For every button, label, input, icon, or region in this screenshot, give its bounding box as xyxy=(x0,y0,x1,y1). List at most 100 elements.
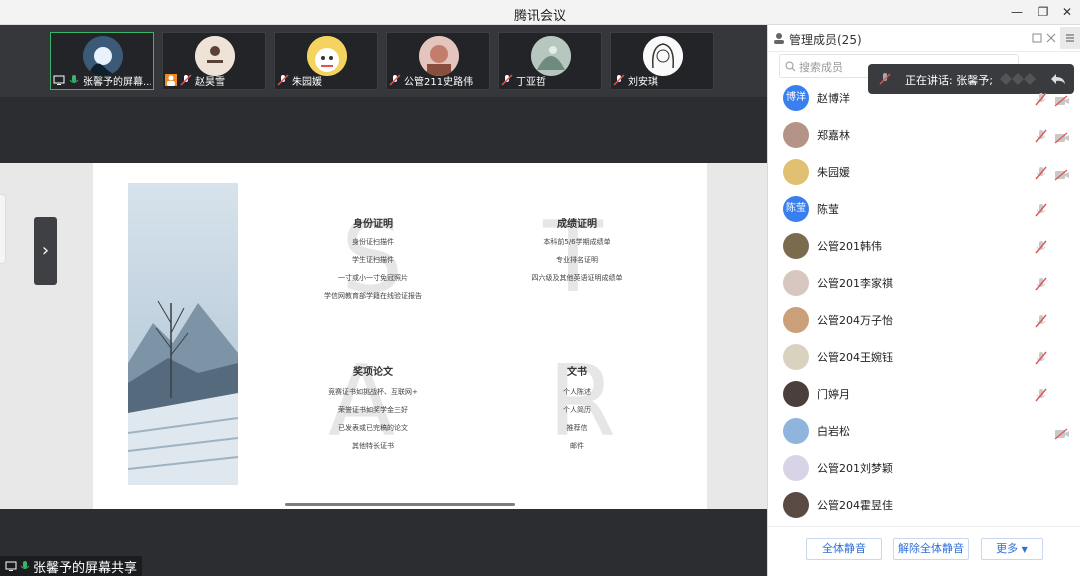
title-bar: 腾讯会议 — ❐ ✕ xyxy=(0,0,1080,25)
avatar xyxy=(531,36,571,76)
search-placeholder: 搜索成员 xyxy=(799,61,843,74)
meeting-stage: 张馨予的屏幕... 赵昊雪 朱园媛 公管211史路伟 丁亚哲 刘安琪 › S T… xyxy=(0,25,767,576)
member-row[interactable]: 公管201韩伟 xyxy=(768,228,1080,264)
camera-off-icon[interactable] xyxy=(1054,129,1070,144)
member-name: 门婷月 xyxy=(817,388,850,401)
mic-active-icon xyxy=(68,74,80,86)
member-name: 公管204万子怡 xyxy=(817,314,893,327)
thumbnail-name: 刘安琪 xyxy=(628,76,658,88)
section-line: 已发表或已完稿的论文 xyxy=(338,424,408,432)
thumbnail-name: 朱园媛 xyxy=(292,76,322,88)
section-line: 四六级及其他英语证明成绩单 xyxy=(531,274,623,282)
mic-muted-icon[interactable] xyxy=(1034,239,1048,254)
member-row[interactable]: 公管201李家祺 xyxy=(768,265,1080,301)
menu-icon[interactable] xyxy=(1060,27,1080,49)
screen-share-icon xyxy=(5,560,17,572)
screen-share-label: 张馨予的屏幕共享 xyxy=(0,556,143,576)
camera-off-icon[interactable] xyxy=(1054,92,1070,107)
section-line: 个人陈述 xyxy=(563,388,591,396)
thumbnail-name: 张馨予的屏幕... xyxy=(83,76,151,88)
window-title: 腾讯会议 xyxy=(513,9,566,24)
thumbnail-1[interactable]: 赵昊雪 xyxy=(162,32,266,90)
member-row[interactable]: 公管204王婉钰 xyxy=(768,339,1080,375)
member-name: 白岩松 xyxy=(817,425,850,438)
member-row[interactable]: 门婷月 xyxy=(768,376,1080,412)
avatar xyxy=(643,36,683,76)
member-name: 朱园媛 xyxy=(817,166,850,179)
avatar xyxy=(419,36,459,76)
left-edge-handle[interactable] xyxy=(0,194,6,264)
close-icon[interactable]: ✕ xyxy=(1058,3,1076,21)
section-line: 其他特长证书 xyxy=(352,442,394,450)
section-line: 专业排名证明 xyxy=(556,256,598,264)
thumbnail-5[interactable]: 刘安琪 xyxy=(610,32,714,90)
member-name: 赵博洋 xyxy=(817,92,850,105)
popout-icon[interactable] xyxy=(1032,33,1042,43)
mic-muted-icon[interactable] xyxy=(1034,165,1048,180)
thumbnail-2[interactable]: 朱园媛 xyxy=(274,32,378,90)
member-row[interactable]: 公管204霍昱佳 xyxy=(768,487,1080,523)
camera-off-icon[interactable] xyxy=(1054,425,1070,440)
avatar xyxy=(783,344,809,370)
minimize-icon[interactable]: — xyxy=(1008,3,1026,21)
member-row[interactable]: 郑嘉林 xyxy=(768,117,1080,153)
screen-share-text: 张馨予的屏幕共享 xyxy=(33,560,138,576)
more-button[interactable]: 更多 ▼ xyxy=(981,538,1043,560)
mic-muted-icon[interactable] xyxy=(1034,276,1048,291)
caret-down-icon: ▼ xyxy=(1021,545,1028,554)
avatar: 博洋 xyxy=(783,85,809,111)
avatar xyxy=(783,159,809,185)
mic-muted-icon xyxy=(277,74,289,86)
thumbnail-name: 公管211史路伟 xyxy=(404,76,474,88)
chevron-right-icon[interactable]: › xyxy=(34,217,57,285)
section-heading: 奖项论文 xyxy=(353,367,393,378)
mic-muted-icon xyxy=(501,74,513,86)
mic-muted-icon[interactable] xyxy=(1034,202,1048,217)
member-row[interactable]: 白岩松 xyxy=(768,413,1080,449)
avatar xyxy=(783,381,809,407)
avatar xyxy=(307,36,347,76)
section-line: 学生证扫描件 xyxy=(352,256,394,264)
avatar xyxy=(83,36,123,76)
member-row[interactable]: 陈莹 陈莹 xyxy=(768,191,1080,227)
section-line: 推荐信 xyxy=(566,424,588,432)
thumbnail-0[interactable]: 张馨予的屏幕... xyxy=(50,32,154,90)
section-line: 本科前5/6学期成绩单 xyxy=(543,238,611,246)
member-row[interactable]: 公管201刘梦颖 xyxy=(768,450,1080,486)
members-panel-header: 管理成员(25) xyxy=(768,25,1080,52)
mic-muted-icon xyxy=(389,74,401,86)
mic-muted-icon[interactable] xyxy=(1034,350,1048,365)
thumbnail-4[interactable]: 丁亚哲 xyxy=(498,32,602,90)
section-line: 邮件 xyxy=(570,442,584,450)
section-line: 一寸或小一寸免冠照片 xyxy=(338,274,408,282)
thumbnail-3[interactable]: 公管211史路伟 xyxy=(386,32,490,90)
member-name: 公管201李家祺 xyxy=(817,277,893,290)
mic-muted-icon[interactable] xyxy=(1034,91,1048,106)
section-line: 竞赛证书如挑战杯、互联网+ xyxy=(328,388,418,396)
restore-icon[interactable]: ❐ xyxy=(1034,3,1052,21)
avatar xyxy=(783,233,809,259)
mic-muted-icon[interactable] xyxy=(1034,387,1048,402)
camera-off-icon[interactable] xyxy=(1054,166,1070,181)
scroll-indicator[interactable] xyxy=(285,503,515,506)
section-line: 学信网教育部学籍在线验证报告 xyxy=(324,292,422,300)
member-name: 公管204霍昱佳 xyxy=(817,499,893,512)
mute-all-button[interactable]: 全体静音 xyxy=(806,538,882,560)
members-panel-footer: 全体静音 解除全体静音 更多 ▼ xyxy=(768,526,1080,576)
member-row[interactable]: 博洋 赵博洋 xyxy=(768,80,1080,116)
member-name: 公管204王婉钰 xyxy=(817,351,893,364)
member-row[interactable]: 公管204万子怡 xyxy=(768,302,1080,338)
presentation-slide: S T A R 身份证明 身份证扫描件 学生证扫描件 一寸或小一寸免冠照片 学信… xyxy=(93,163,707,509)
close-icon[interactable] xyxy=(1046,33,1056,43)
avatar xyxy=(783,122,809,148)
mic-muted-icon xyxy=(613,74,625,86)
member-row[interactable]: 朱园媛 xyxy=(768,154,1080,190)
participant-thumbnail-bar: 张馨予的屏幕... 赵昊雪 朱园媛 公管211史路伟 丁亚哲 刘安琪 xyxy=(0,25,767,97)
section-heading: 身份证明 xyxy=(353,219,393,230)
mic-muted-icon[interactable] xyxy=(1034,128,1048,143)
mic-muted-icon[interactable] xyxy=(1034,313,1048,328)
member-name: 郑嘉林 xyxy=(817,129,850,142)
shared-screen: › S T A R 身份证明 身份证扫描件 学生证扫描件 一寸或小一寸免冠照片 … xyxy=(0,163,767,509)
section-line: 个人简历 xyxy=(563,406,591,414)
unmute-all-button[interactable]: 解除全体静音 xyxy=(893,538,969,560)
